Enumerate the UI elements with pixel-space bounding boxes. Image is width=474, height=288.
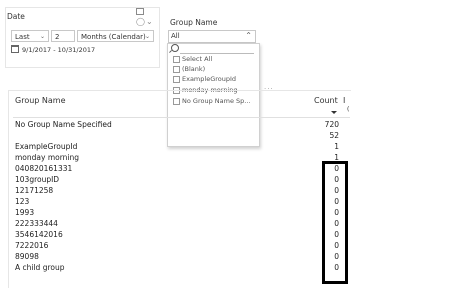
group-name-selected: All <box>171 32 180 40</box>
checkbox-icon[interactable] <box>173 56 180 63</box>
chevron-up-icon[interactable]: ⌃ <box>245 30 252 41</box>
dropdown-arrow-icon: ⌄ <box>39 33 45 40</box>
table-row[interactable]: 103groupID 0 <box>15 175 340 185</box>
group-name-dropdown[interactable]: All ⌃ <box>168 30 256 43</box>
group-name-cell: 12171258 <box>15 186 54 195</box>
period-count-input[interactable]: 2 <box>51 30 75 42</box>
header-divider <box>13 117 350 118</box>
table-row[interactable]: 12171258 0 <box>15 186 340 196</box>
group-name-cell: 222333444 <box>15 219 58 228</box>
group-search-input[interactable] <box>180 44 254 54</box>
option-select-all[interactable]: Select All <box>173 54 255 64</box>
table-row[interactable]: 3546142016 0 <box>15 230 340 240</box>
dropdown-arrow-icon: ⌄ <box>144 33 150 40</box>
group-name-cell: 1993 <box>15 208 35 217</box>
relative-period-select[interactable]: Last ⌄ <box>11 30 49 42</box>
table-row[interactable]: No Group Name Specified 720 <box>15 120 340 130</box>
table-row[interactable]: monday morning 1 <box>15 153 340 163</box>
group-name-cell: 123 <box>15 197 30 206</box>
group-name-cell: 7222016 <box>15 241 49 250</box>
calendar-icon <box>11 45 19 53</box>
period-unit-value: Months (Calendar) <box>81 33 146 41</box>
table-row[interactable]: 89098 0 <box>15 252 340 262</box>
table-row[interactable]: A child group 0 <box>15 263 340 273</box>
chevron-down-icon[interactable]: ⌄ <box>146 18 153 26</box>
group-name-cell: 040820161331 <box>15 164 73 173</box>
table-row[interactable]: 1993 0 <box>15 208 340 218</box>
relative-period-value: Last <box>15 33 30 41</box>
option-label: (Blank) <box>182 65 206 73</box>
date-range-value: 9/1/2017 - 10/31/2017 <box>22 46 96 54</box>
date-range-text: 9/1/2017 - 10/31/2017 <box>11 45 95 54</box>
period-count-value: 2 <box>55 33 60 41</box>
option-label: Select All <box>182 55 213 63</box>
column-header-truncated-sub: ( <box>347 106 350 113</box>
checkbox-icon[interactable] <box>173 76 180 83</box>
eraser-icon[interactable]: ◯ <box>136 18 145 26</box>
period-unit-select[interactable]: Months (Calendar) ⌄ <box>77 30 154 42</box>
date-slicer-title: Date <box>7 12 25 21</box>
group-name-cell: No Group Name Specified <box>15 120 112 129</box>
option-blank[interactable]: (Blank) <box>173 64 255 74</box>
group-slicer-title: Group Name <box>170 18 218 27</box>
option-examplegroupid[interactable]: ExampleGroupId <box>173 74 255 84</box>
table-row[interactable]: 52 <box>15 131 340 141</box>
count-cell: 52 <box>329 131 339 140</box>
checkbox-icon[interactable] <box>173 66 180 73</box>
table-row[interactable]: 7222016 0 <box>15 241 340 251</box>
table-row[interactable]: 040820161331 0 <box>15 164 340 174</box>
option-label: ExampleGroupId <box>182 75 237 83</box>
highlight-annotation-box <box>322 161 348 284</box>
group-name-cell: 103groupID <box>15 175 60 184</box>
more-options-icon[interactable]: ... <box>264 83 274 91</box>
search-icon <box>171 44 179 52</box>
table-row[interactable]: ExampleGroupId 1 <box>15 142 340 152</box>
column-header-count[interactable]: Count <box>314 96 338 105</box>
column-header-group-name[interactable]: Group Name <box>15 96 66 105</box>
group-name-cell: monday morning <box>15 153 80 162</box>
table-row[interactable]: 123 0 <box>15 197 340 207</box>
column-header-truncated[interactable]: I <box>343 96 345 105</box>
focus-mode-icon[interactable] <box>136 8 144 15</box>
count-cell: 720 <box>324 120 339 129</box>
group-name-cell: A child group <box>15 263 65 272</box>
group-name-cell: ExampleGroupId <box>15 142 78 151</box>
count-cell: 1 <box>334 142 339 151</box>
group-name-cell: 3546142016 <box>15 230 63 239</box>
group-name-cell: 89098 <box>15 252 39 261</box>
table-row[interactable]: 222333444 0 <box>15 219 340 229</box>
sort-descending-icon <box>331 111 337 114</box>
